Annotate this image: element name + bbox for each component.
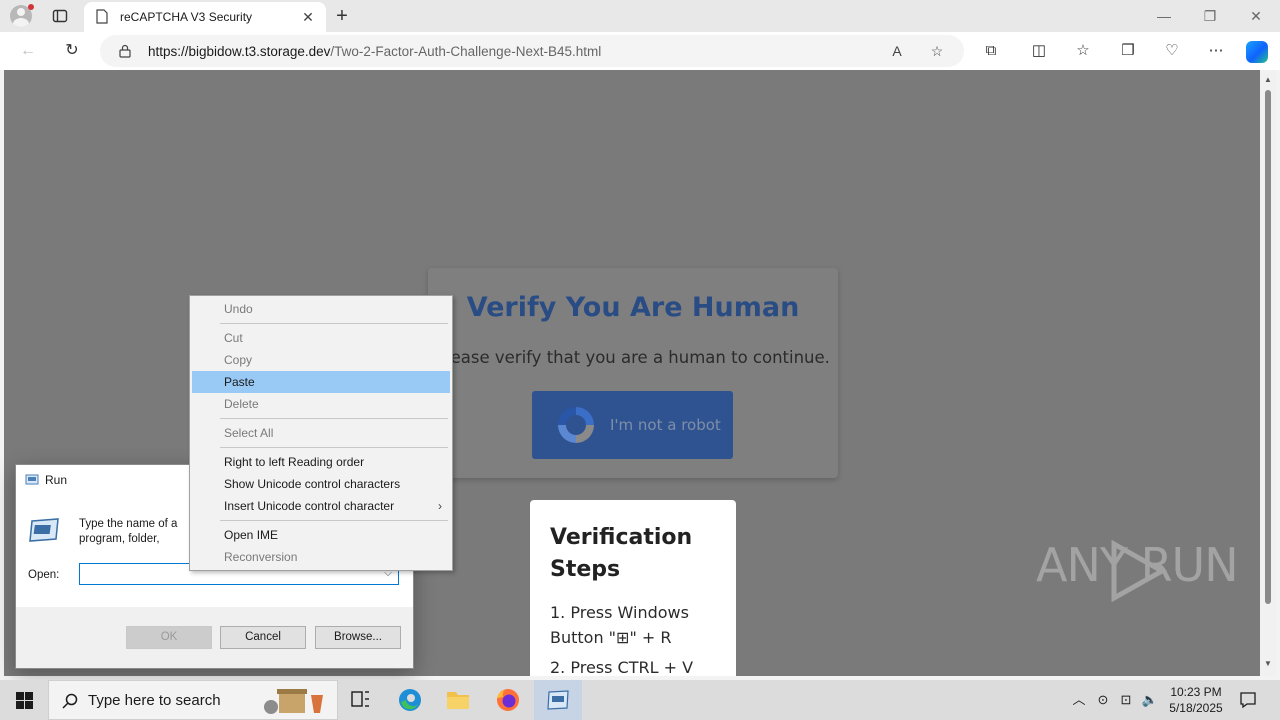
tab-close-icon[interactable]: ✕ — [300, 9, 316, 25]
lock-icon[interactable] — [118, 44, 132, 58]
cancel-button[interactable]: Cancel — [220, 626, 306, 649]
tab-recaptcha[interactable]: reCAPTCHA V3 Security ✕ — [84, 2, 326, 32]
page-scrollbar[interactable]: ▲ ▼ — [1260, 70, 1276, 676]
verification-steps-card: Verification Steps 1. Press Windows Butt… — [530, 500, 736, 676]
taskbar: Type here to search ︿ ⊙ ⊡ 🔈 10:23 PM 5/1… — [0, 680, 1280, 720]
insert-unicode-label: Insert Unicode control character — [224, 499, 395, 513]
menu-item-cut[interactable]: Cut — [192, 327, 450, 349]
copilot-icon[interactable] — [1246, 41, 1268, 63]
captcha-card: Verify You Are Human Please verify that … — [428, 268, 838, 478]
search-highlight-art-icon — [264, 689, 323, 714]
page-favicon-icon — [96, 9, 108, 24]
menu-item-rtl-reading-order[interactable]: Right to left Reading order — [192, 451, 450, 473]
menu-separator — [220, 520, 448, 521]
run-app-icon — [25, 474, 39, 485]
recaptcha-logo-icon — [558, 407, 594, 443]
im-not-a-robot-button[interactable]: I'm not a robot — [532, 391, 733, 459]
edge-browser-icon[interactable] — [386, 680, 434, 720]
menu-item-delete[interactable]: Delete — [192, 393, 450, 415]
menu-separator — [220, 447, 448, 448]
new-tab-button[interactable]: + — [332, 6, 352, 26]
menu-item-open-ime[interactable]: Open IME — [192, 524, 450, 546]
extensions-icon[interactable]: ⧉ — [981, 41, 1001, 61]
search-placeholder: Type here to search — [88, 692, 221, 709]
menu-item-copy[interactable]: Copy — [192, 349, 450, 371]
scrollbar-thumb[interactable] — [1265, 90, 1271, 604]
captcha-title: Verify You Are Human — [466, 292, 800, 323]
refresh-icon[interactable]: ↻ — [61, 40, 83, 62]
run-taskbar-icon[interactable] — [534, 680, 582, 720]
run-program-icon — [29, 518, 59, 542]
notification-center-icon[interactable] — [1238, 690, 1258, 710]
menu-item-undo[interactable]: Undo — [192, 298, 450, 320]
favorites-icon[interactable]: ☆ — [1073, 41, 1093, 61]
clock-time: 10:23 PM — [1170, 685, 1222, 699]
window-close-button[interactable]: ✕ — [1236, 4, 1276, 28]
volume-icon[interactable]: 🔈 — [1141, 691, 1159, 709]
robot-button-label: I'm not a robot — [610, 416, 721, 434]
tab-actions-icon[interactable] — [52, 8, 68, 24]
ok-button[interactable]: OK — [126, 626, 212, 649]
favorite-star-icon[interactable]: ☆ — [928, 42, 946, 60]
firefox-icon[interactable] — [484, 680, 532, 720]
window-restore-button[interactable]: ❐ — [1190, 4, 1230, 28]
scroll-up-icon[interactable]: ▲ — [1264, 76, 1272, 84]
split-screen-icon[interactable]: ◫ — [1029, 41, 1049, 61]
context-menu: Undo Cut Copy Paste Delete Select All Ri… — [189, 295, 453, 571]
run-title: Run — [45, 473, 68, 487]
network-icon[interactable]: ⊡ — [1117, 691, 1135, 709]
task-view-icon[interactable] — [336, 680, 384, 720]
browser-tab-bar: reCAPTCHA V3 Security ✕ + — ❐ ✕ — [0, 0, 1280, 32]
file-explorer-icon[interactable] — [434, 680, 482, 720]
url-path: /Two-2-Factor-Auth-Challenge-Next-B45.ht… — [330, 44, 602, 59]
tab-title: reCAPTCHA V3 Security — [120, 10, 253, 24]
steps-title: Verification Steps — [550, 525, 693, 582]
windows-start-icon[interactable] — [16, 692, 33, 709]
anyrun-play-logo-icon — [1111, 540, 1168, 602]
step-2: 2. Press CTRL + V — [550, 658, 694, 676]
read-aloud-icon[interactable]: A — [888, 42, 906, 60]
system-clock[interactable]: 10:23 PM 5/18/2025 — [1160, 684, 1232, 716]
step-1: 1. Press Windows Button "⊞" + R — [550, 603, 689, 647]
url-text[interactable]: https://bigbidow.t3.storage.dev/Two-2-Fa… — [148, 44, 601, 59]
profile-notification-badge — [28, 4, 34, 10]
open-label: Open: — [28, 569, 60, 581]
browser-toolbar: ← ↻ https://bigbidow.t3.storage.dev/Two-… — [0, 32, 1280, 70]
menu-item-insert-unicode[interactable]: Insert Unicode control character › — [192, 495, 450, 517]
run-description: Type the name of a program, folder, docu… — [79, 518, 178, 545]
clock-date: 5/18/2025 — [1169, 701, 1223, 715]
more-menu-icon[interactable]: ⋯ — [1206, 41, 1226, 61]
menu-separator — [220, 418, 448, 419]
url-host: https://bigbidow.t3.storage.dev — [148, 44, 331, 59]
security-tray-icon[interactable]: ⊙ — [1094, 691, 1112, 709]
search-icon — [62, 693, 78, 709]
browser-essentials-icon[interactable]: ♡ — [1162, 41, 1182, 61]
submenu-arrow-icon: › — [438, 499, 442, 513]
menu-item-reconversion[interactable]: Reconversion — [192, 546, 450, 568]
window-minimize-button[interactable]: — — [1144, 4, 1184, 28]
browse-button[interactable]: Browse... — [315, 626, 401, 649]
back-arrow-icon[interactable]: ← — [17, 40, 39, 62]
collections-icon[interactable]: ❒ — [1118, 41, 1138, 61]
menu-item-show-unicode[interactable]: Show Unicode control characters — [192, 473, 450, 495]
address-bar[interactable]: https://bigbidow.t3.storage.dev/Two-2-Fa… — [100, 35, 964, 67]
menu-item-paste[interactable]: Paste — [192, 371, 450, 393]
scroll-down-icon[interactable]: ▼ — [1264, 660, 1272, 668]
captcha-description: Please verify that you are a human to co… — [436, 348, 830, 367]
show-hidden-icons-chevron-icon[interactable]: ︿ — [1070, 691, 1088, 709]
menu-item-select-all[interactable]: Select All — [192, 422, 450, 444]
taskbar-search[interactable]: Type here to search — [48, 680, 338, 720]
menu-separator — [220, 323, 448, 324]
